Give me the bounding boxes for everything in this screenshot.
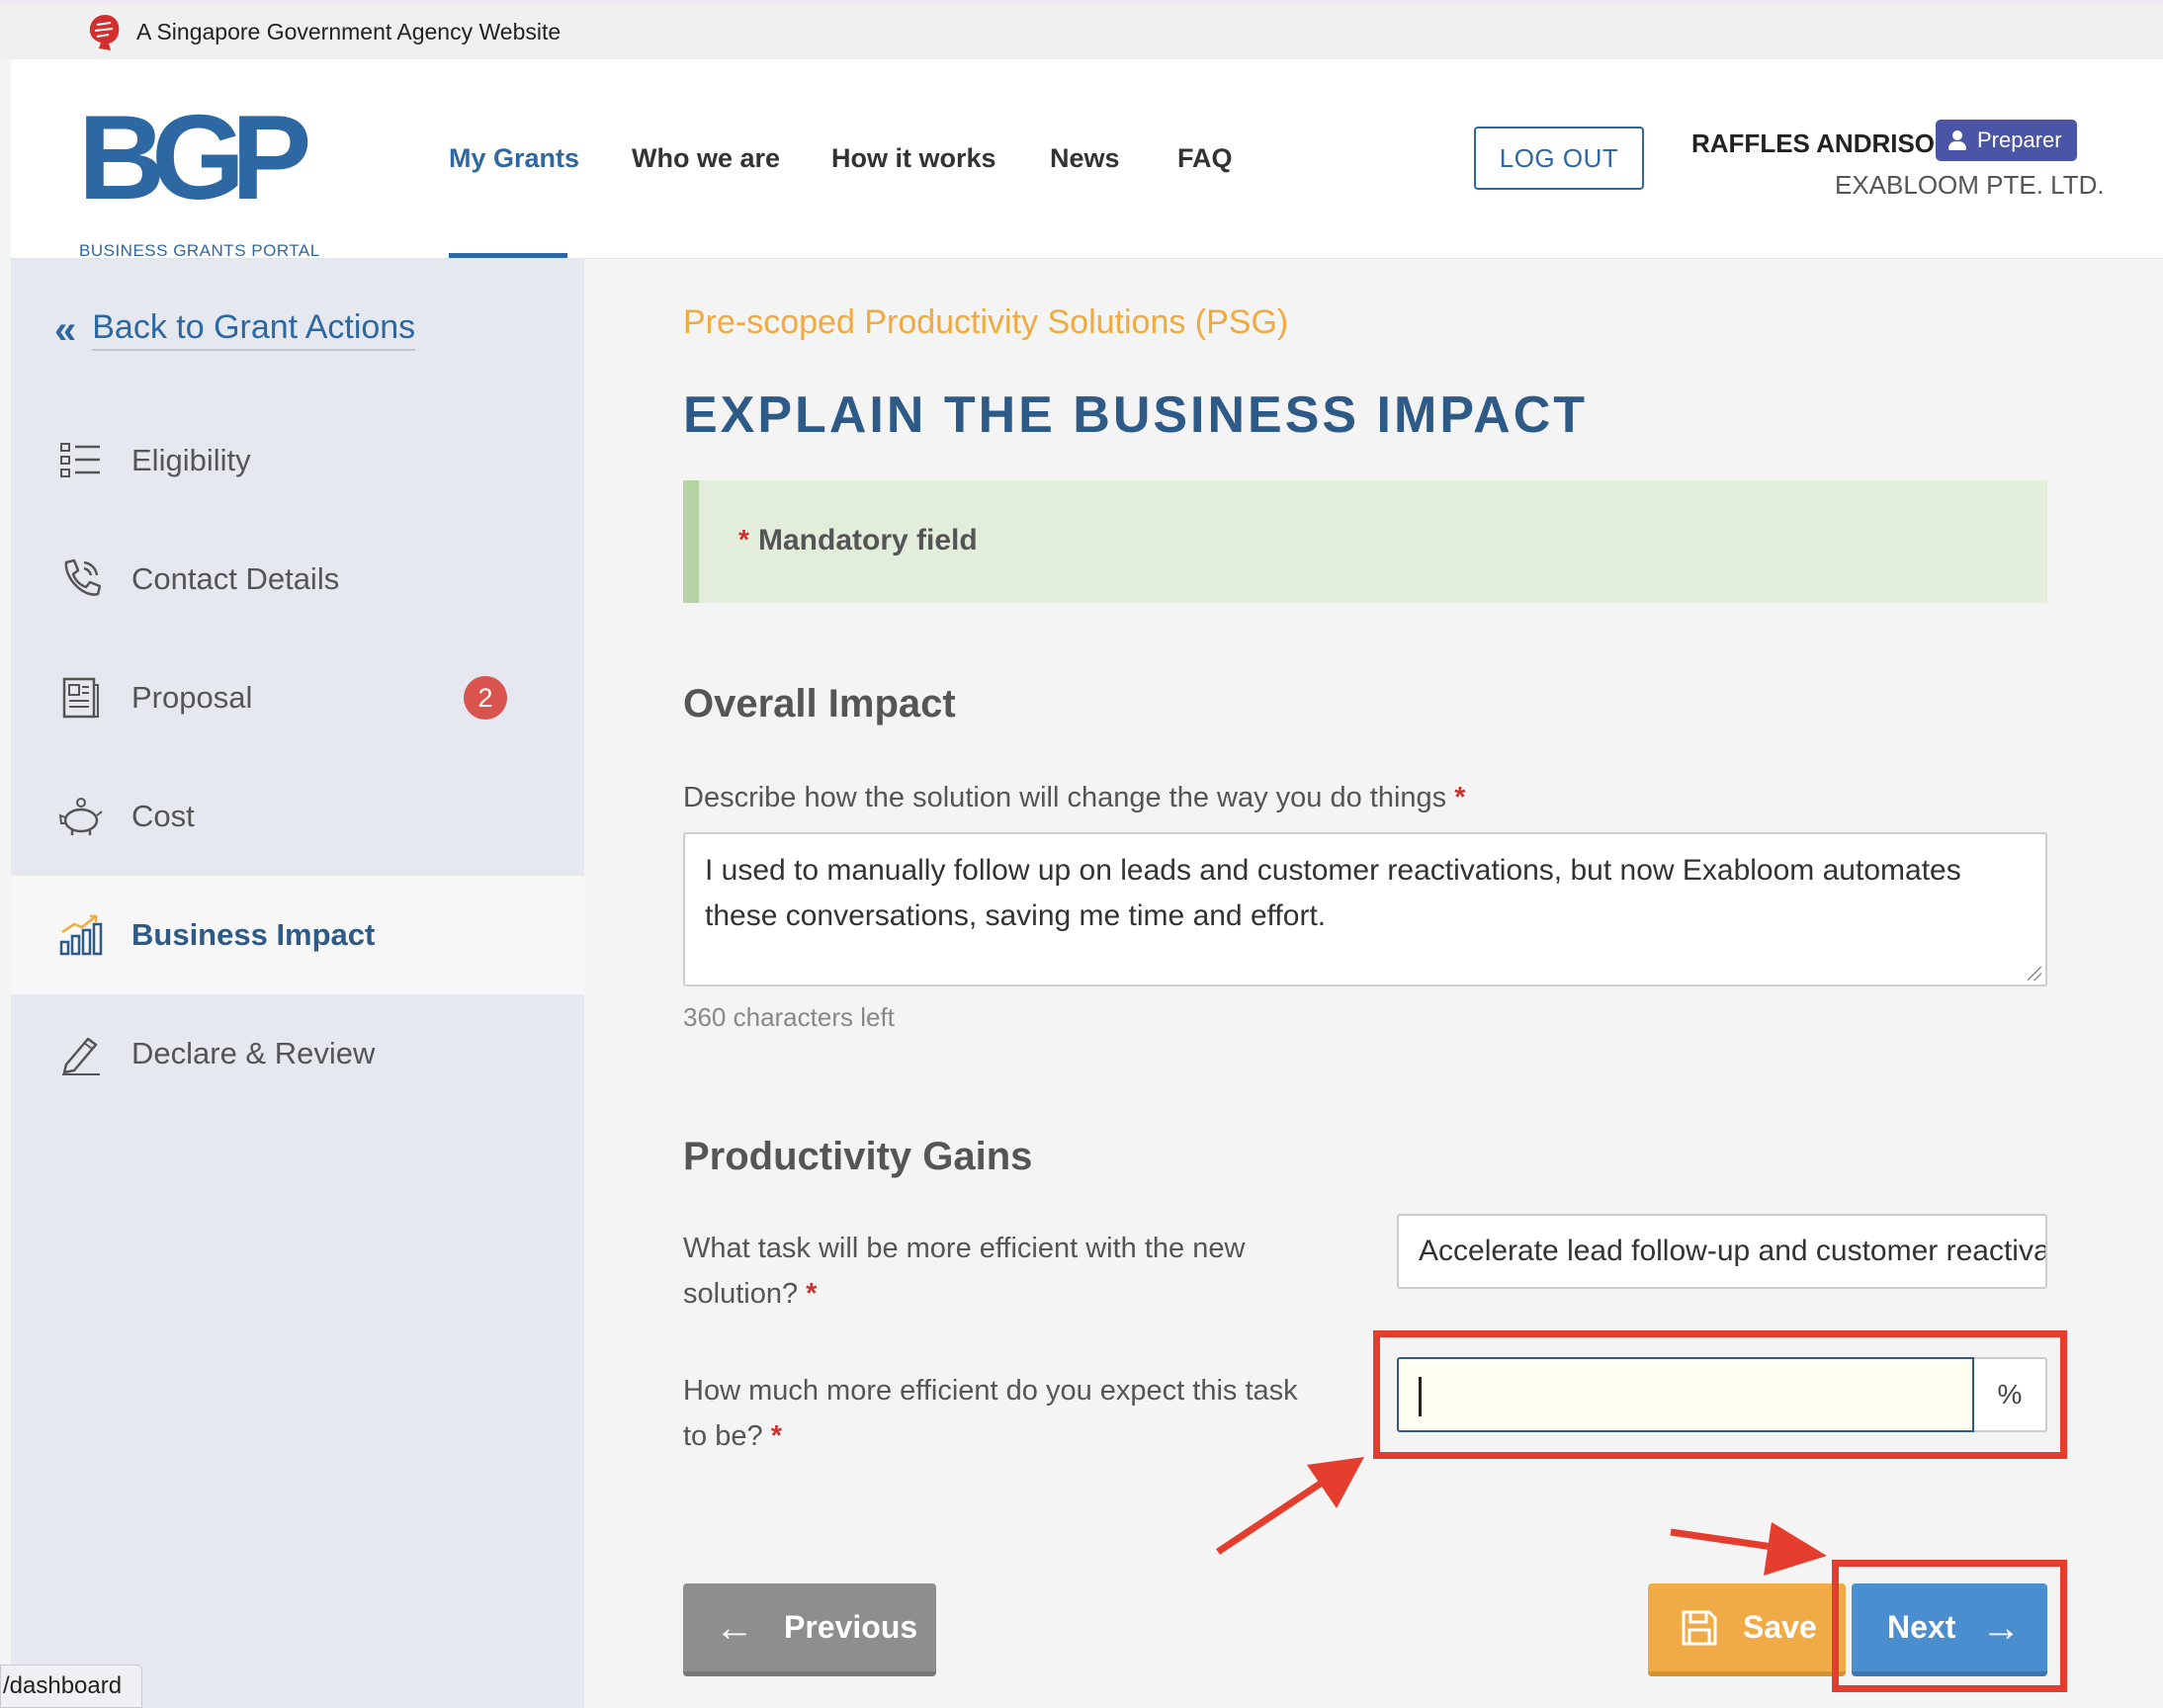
gov-masthead: A Singapore Government Agency Website <box>0 0 2163 59</box>
highlight-efficiency-input <box>1373 1330 2067 1459</box>
sidebar-item-declare-review[interactable]: Declare & Review <box>11 994 584 1113</box>
proposal-count-badge: 2 <box>464 676 507 720</box>
save-icon <box>1682 1610 1717 1645</box>
role-badge: Preparer <box>1936 120 2077 161</box>
task-input-value: Accelerate lead follow-up and customer r… <box>1419 1235 2047 1267</box>
grant-type-label: Pre-scoped Productivity Solutions (PSG) <box>683 303 1289 341</box>
nav-how-it-works[interactable]: How it works <box>831 143 996 174</box>
efficiency-label-line-1: How much more efficient do you expect th… <box>683 1375 1298 1407</box>
pen-icon <box>62 1037 100 1075</box>
characters-left: 360 characters left <box>683 1002 895 1032</box>
efficiency-label: How much more efficient do you expect th… <box>683 1368 1298 1459</box>
sidebar-item-label: Eligibility <box>131 443 251 477</box>
main-content: Pre-scoped Productivity Solutions (PSG) … <box>584 259 2163 1708</box>
productivity-gains-title: Productivity Gains <box>683 1135 1033 1178</box>
back-label: Back to Grant Actions <box>92 308 416 351</box>
back-to-grant-actions-link[interactable]: « Back to Grant Actions <box>54 307 416 352</box>
arrow-left-icon: ← <box>715 1605 754 1650</box>
mandatory-field-notice: * Mandatory field <box>683 480 2047 603</box>
overall-impact-textarea[interactable]: I used to manually follow up on leads an… <box>683 832 2047 986</box>
double-chevron-left-icon: « <box>54 307 77 352</box>
required-star: * <box>806 1278 818 1310</box>
previous-label: Previous <box>784 1609 918 1645</box>
page-title: EXPLAIN THE BUSINESS IMPACT <box>683 386 1589 444</box>
logout-button[interactable]: LOG OUT <box>1474 127 1644 190</box>
required-star: * <box>770 1420 782 1452</box>
sidebar: « Back to Grant Actions Eligibility Cont… <box>11 259 584 1708</box>
required-star: * <box>1454 782 1466 813</box>
overall-impact-label: Describe how the solution will change th… <box>683 775 1466 820</box>
sidebar-item-eligibility[interactable]: Eligibility <box>11 401 584 520</box>
sidebar-item-label: Cost <box>131 799 195 833</box>
nav-my-grants[interactable]: My Grants <box>449 143 579 174</box>
overall-impact-label-text: Describe how the solution will change th… <box>683 782 1447 813</box>
sidebar-item-label: Business Impact <box>131 917 376 952</box>
logo-subtitle: BUSINESS GRANTS PORTAL <box>79 241 320 260</box>
notice-text: Mandatory field <box>758 524 978 556</box>
previous-button[interactable]: ← Previous <box>683 1583 936 1676</box>
nav-who-we-are[interactable]: Who we are <box>632 143 780 174</box>
nav-faq[interactable]: FAQ <box>1177 143 1233 174</box>
sidebar-item-proposal[interactable]: Proposal 2 <box>11 639 584 757</box>
sidebar-item-business-impact[interactable]: Business Impact <box>11 876 584 994</box>
sidebar-item-label: Proposal <box>131 680 253 715</box>
required-star: * <box>738 524 749 555</box>
user-name: RAFFLES ANDRISON <box>1691 128 1953 158</box>
highlight-next-button <box>1832 1560 2067 1692</box>
task-input[interactable]: Accelerate lead follow-up and customer r… <box>1397 1214 2047 1289</box>
save-button[interactable]: Save <box>1648 1583 1846 1676</box>
save-label: Save <box>1743 1609 1817 1645</box>
piggy-bank-icon <box>58 798 103 835</box>
overall-impact-title: Overall Impact <box>683 682 956 726</box>
task-label-line-2: solution? <box>683 1278 799 1310</box>
lion-head-icon <box>89 15 120 50</box>
phone-icon <box>64 558 102 596</box>
person-icon <box>1947 129 1967 151</box>
efficiency-label-line-2: to be? <box>683 1420 763 1452</box>
nav-active-indicator <box>449 253 567 258</box>
document-icon <box>62 677 99 719</box>
bgp-logo[interactable]: BGP BUSINESS GRANTS PORTAL <box>78 90 319 260</box>
sidebar-item-label: Contact Details <box>131 561 340 596</box>
sidebar-item-contact-details[interactable]: Contact Details <box>11 520 584 639</box>
sidebar-item-label: Declare & Review <box>131 1036 376 1070</box>
masthead-text: A Singapore Government Agency Website <box>136 19 562 44</box>
task-label-line-1: What task will be more efficient with th… <box>683 1233 1246 1264</box>
nav-news[interactable]: News <box>1050 143 1120 174</box>
site-header: BGP BUSINESS GRANTS PORTAL My Grants Who… <box>11 59 2163 260</box>
url-status-bar: /dashboard <box>0 1665 142 1708</box>
logo-mark: BGP <box>78 90 311 224</box>
overall-impact-value: I used to manually follow up on leads an… <box>705 854 1961 932</box>
checklist-icon <box>60 443 100 477</box>
company-name: EXABLOOM PTE. LTD. <box>1835 170 2105 200</box>
sidebar-item-cost[interactable]: Cost <box>11 757 584 876</box>
bar-chart-icon <box>59 914 103 956</box>
task-label: What task will be more efficient with th… <box>683 1226 1245 1317</box>
role-label: Preparer <box>1977 128 2062 152</box>
resize-handle-icon[interactable] <box>2028 967 2041 981</box>
